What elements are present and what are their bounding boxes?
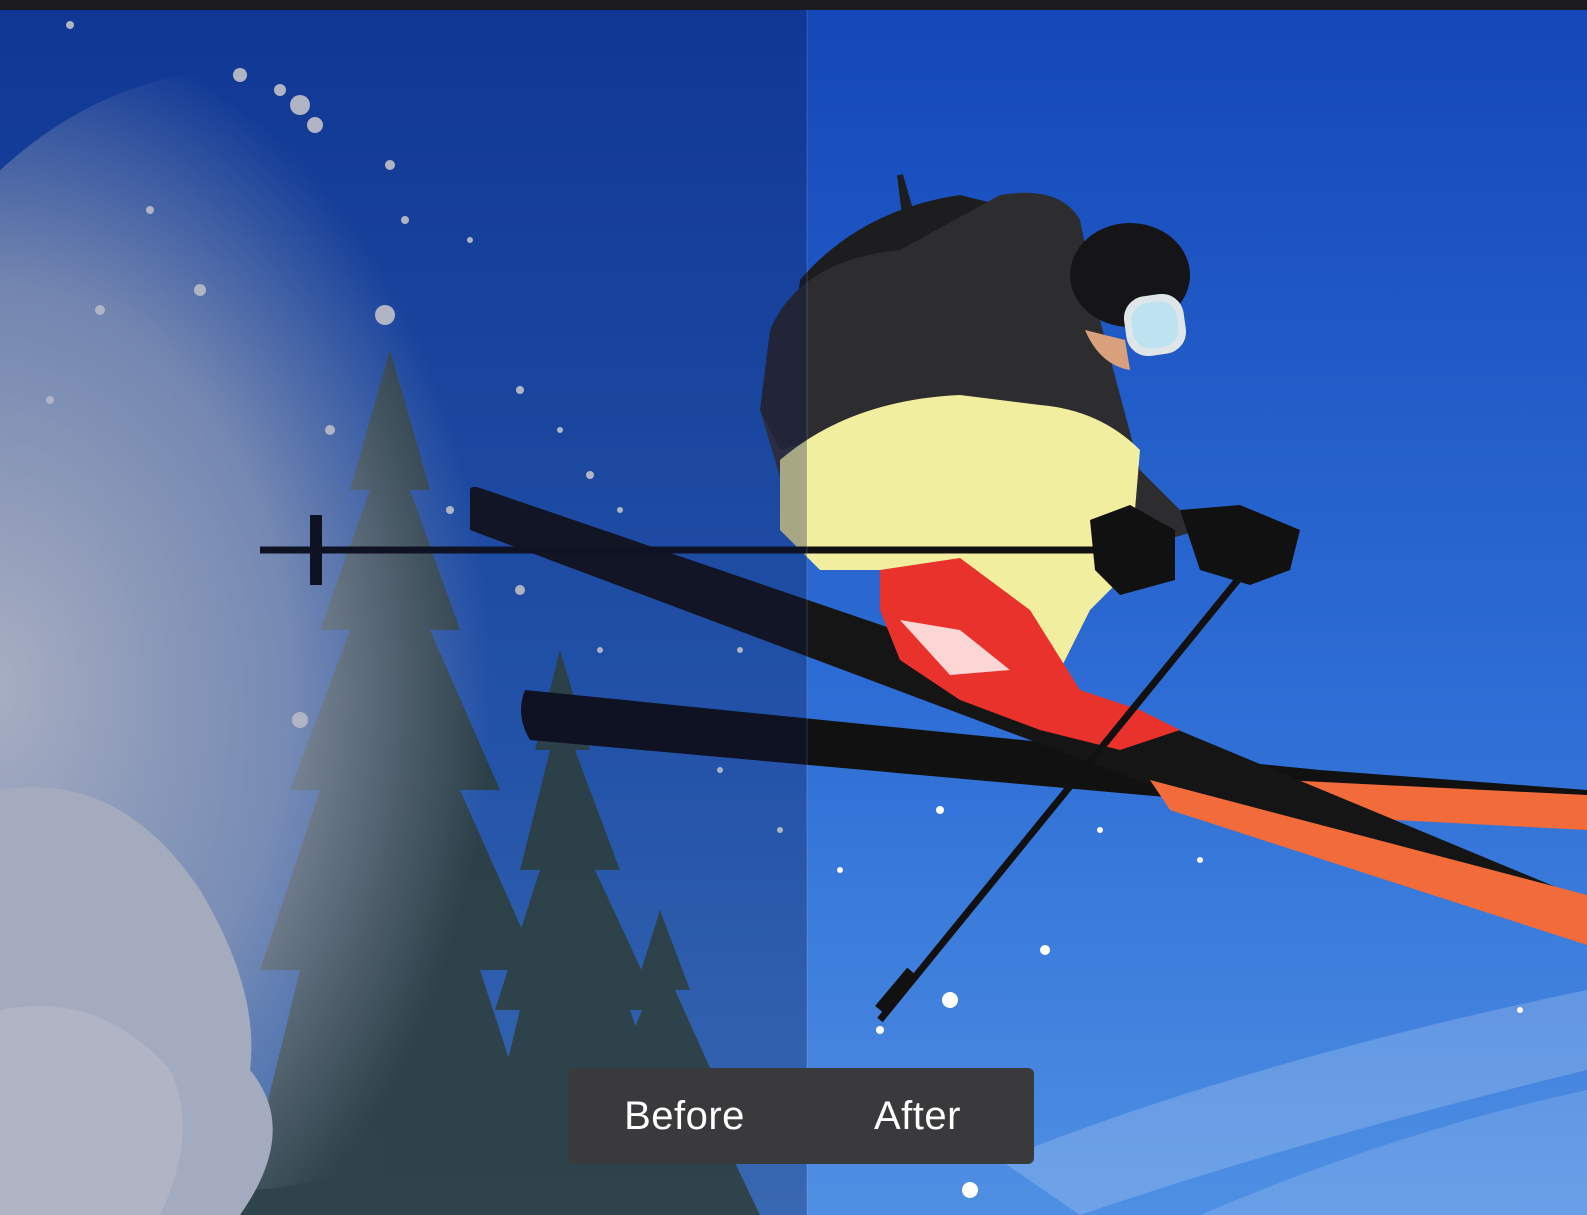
before-after-viewer: Before After — [0, 0, 1587, 1215]
before-button[interactable]: Before — [568, 1068, 801, 1164]
after-button[interactable]: After — [801, 1068, 1034, 1164]
comparison-divider[interactable] — [806, 10, 808, 1215]
before-overlay — [0, 10, 807, 1215]
top-bar — [0, 0, 1587, 10]
before-after-toggle: Before After — [568, 1068, 1034, 1164]
